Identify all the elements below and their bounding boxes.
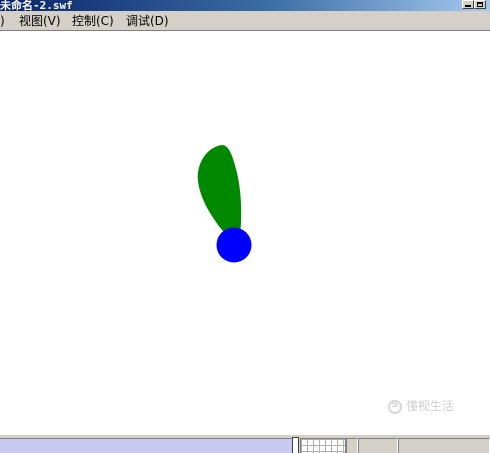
timeline-track[interactable] xyxy=(0,438,298,453)
flash-player-window: 未命名-2.swf ) 视图(V) 控制(C) 调试(D) 懂视生活 xyxy=(0,0,490,453)
maximize-button[interactable] xyxy=(474,0,486,9)
status-panel-1 xyxy=(346,438,358,453)
minimize-button[interactable] xyxy=(462,0,474,9)
stage-canvas xyxy=(197,145,252,263)
pendulum-arm xyxy=(197,145,242,237)
watermark: 懂视生活 xyxy=(388,397,454,414)
watermark-logo-icon xyxy=(388,399,402,414)
window-title: 未命名-2.swf xyxy=(0,0,73,11)
menu-item-control[interactable]: 控制(C) xyxy=(72,13,114,29)
status-bar xyxy=(0,434,490,453)
frame-grid xyxy=(300,438,346,453)
status-panel-3 xyxy=(398,438,490,453)
pendulum-bob xyxy=(216,227,252,263)
menu-item-view[interactable]: 视图(V) xyxy=(19,13,61,29)
movie-stage xyxy=(0,31,490,434)
timeline-scrubber[interactable] xyxy=(292,437,299,453)
status-panel-2 xyxy=(358,438,398,453)
watermark-text: 懂视生活 xyxy=(405,399,454,413)
maximize-icon xyxy=(477,2,483,7)
menu-item-debug[interactable]: 调试(D) xyxy=(126,13,169,29)
title-bar[interactable]: 未命名-2.swf xyxy=(0,0,490,11)
menu-item-help-partial[interactable]: ) xyxy=(0,13,5,29)
minimize-icon xyxy=(465,4,471,7)
menu-bar: ) 视图(V) 控制(C) 调试(D) xyxy=(0,11,490,31)
